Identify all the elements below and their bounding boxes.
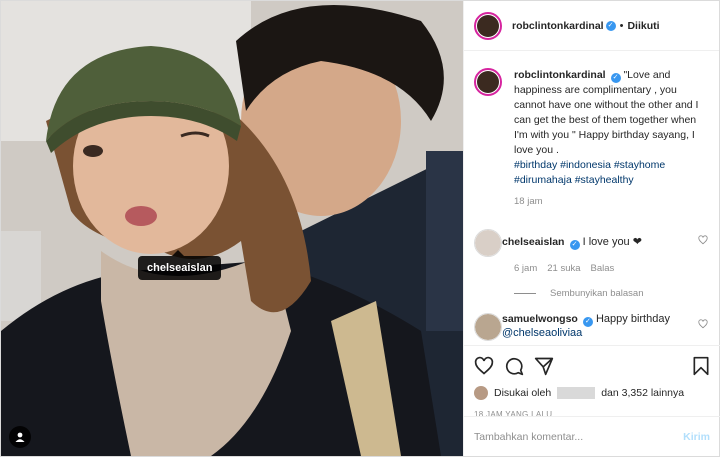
follow-status-button[interactable]: Diikuti: [627, 20, 659, 32]
comment-text-block: chelseaislan ✓ I love you ❤: [502, 235, 642, 250]
redacted-username: [557, 387, 596, 399]
post-header: robclintonkardinal ✓ • Diikuti: [464, 1, 719, 51]
hashtag-link[interactable]: #birthday: [514, 159, 557, 171]
caption-text: "Love and happiness are complimentary , …: [514, 69, 699, 156]
verified-badge-icon: ✓: [610, 73, 621, 83]
verified-badge-icon: ✓: [569, 240, 580, 250]
hashtag-link[interactable]: #stayhealthy: [575, 174, 634, 186]
tagged-users-icon[interactable]: [9, 426, 31, 448]
comment-meta: 6 jam 21 suka Balas: [514, 263, 710, 274]
caption-timestamp[interactable]: 18 jam: [514, 196, 710, 207]
comment-username[interactable]: chelseaislan: [502, 236, 564, 248]
author-username[interactable]: robclintonkardinal: [512, 20, 604, 32]
caption-avatar[interactable]: [474, 68, 502, 96]
share-paper-plane-icon[interactable]: [534, 356, 554, 376]
hide-replies-label: Sembunyikan balasan: [550, 288, 644, 299]
comment-item: chelseaislan ✓ I love you ❤: [474, 229, 710, 257]
commenter-avatar[interactable]: [474, 229, 502, 257]
comment-time[interactable]: 6 jam: [514, 263, 537, 274]
caption: robclintonkardinal ✓ "Love and happiness…: [474, 68, 710, 188]
hashtag-link[interactable]: #stayhome: [614, 159, 665, 171]
comment-bubble-icon[interactable]: [504, 356, 524, 376]
header-separator: •: [619, 19, 624, 32]
liker-avatar[interactable]: [474, 386, 488, 400]
likes-summary: Disukai oleh dan 3,352 lainnya: [474, 386, 710, 400]
caption-username[interactable]: robclintonkardinal: [514, 69, 606, 81]
comment-item: samuelwongso ✓ Happy birthday @chelseaol…: [474, 313, 710, 341]
couple-selfie-image: [1, 1, 463, 456]
comment-text-block: samuelwongso ✓ Happy birthday @chelseaol…: [502, 313, 670, 339]
replies-divider-line: [514, 293, 536, 294]
comment-text: I love you ❤: [582, 236, 642, 248]
mention-link[interactable]: @chelseaoliviaa: [502, 327, 582, 339]
comment-text: Happy birthday: [595, 313, 670, 325]
comment-like-heart-icon[interactable]: [698, 319, 708, 329]
post-actions: Disukai oleh dan 3,352 lainnya 18 JAM YA…: [464, 345, 720, 419]
comment-like-heart-icon[interactable]: [698, 235, 708, 245]
action-icons-bar: [474, 352, 710, 380]
comments-section[interactable]: robclintonkardinal ✓ "Love and happiness…: [464, 52, 720, 345]
post-photo[interactable]: chelseaislan: [1, 1, 463, 456]
save-bookmark-icon[interactable]: [692, 356, 710, 376]
verified-badge-icon: ✓: [605, 20, 616, 31]
caption-text-block: robclintonkardinal ✓ "Love and happiness…: [514, 68, 710, 188]
photo-user-tag[interactable]: chelseaislan: [138, 250, 222, 280]
add-comment-bar: Kirim: [464, 416, 720, 456]
hide-replies-toggle[interactable]: Sembunyikan balasan: [514, 288, 710, 299]
verified-badge-icon: ✓: [582, 317, 593, 327]
likes-prefix: Disukai oleh: [494, 387, 552, 399]
reply-button[interactable]: Balas: [591, 263, 615, 274]
likes-count-link[interactable]: dan 3,352 lainnya: [601, 387, 684, 399]
author-avatar[interactable]: [474, 11, 502, 40]
instagram-post-view: chelseaislan robclintonkardinal ✓ • Diik…: [0, 0, 720, 457]
comment-like-count[interactable]: 21 suka: [547, 263, 580, 274]
post-side-panel: robclintonkardinal ✓ • Diikuti robclinto…: [463, 1, 720, 456]
photo-user-tag-label: chelseaislan: [147, 262, 213, 274]
post-comment-button[interactable]: Kirim: [683, 431, 710, 443]
hashtag-link[interactable]: #dirumahaja: [514, 174, 572, 186]
hashtag-link[interactable]: #indonesia: [560, 159, 611, 171]
comment-input[interactable]: [474, 430, 684, 443]
comment-username[interactable]: samuelwongso: [502, 313, 578, 325]
like-heart-icon[interactable]: [474, 356, 494, 376]
commenter-avatar[interactable]: [474, 313, 502, 341]
